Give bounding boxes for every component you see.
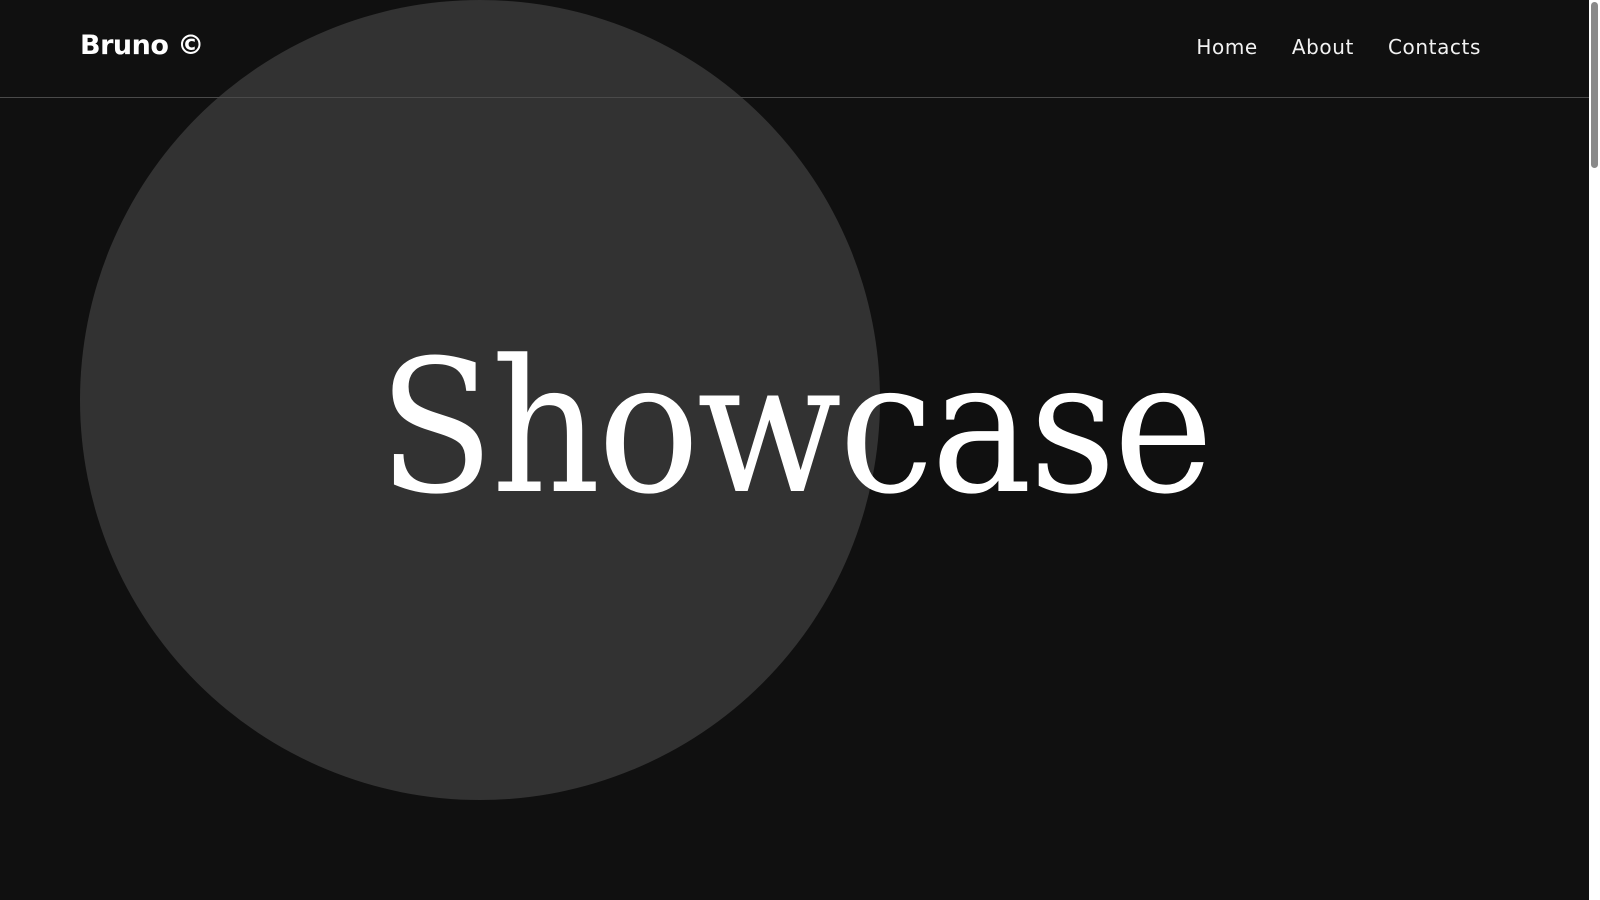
nav-link-contacts[interactable]: Contacts [1388, 35, 1481, 59]
page: Bruno © Home About Contacts Showcase [0, 0, 1600, 900]
site-header: Bruno © Home About Contacts [0, 0, 1589, 98]
brand-logo[interactable]: Bruno © [80, 30, 204, 61]
nav-link-about[interactable]: About [1292, 35, 1354, 59]
main-nav: Home About Contacts [1196, 35, 1481, 59]
hero-title: Showcase [378, 321, 1213, 535]
nav-link-home[interactable]: Home [1196, 35, 1257, 59]
page-scrollbar[interactable] [1589, 0, 1600, 900]
scrollbar-thumb[interactable] [1591, 2, 1598, 168]
